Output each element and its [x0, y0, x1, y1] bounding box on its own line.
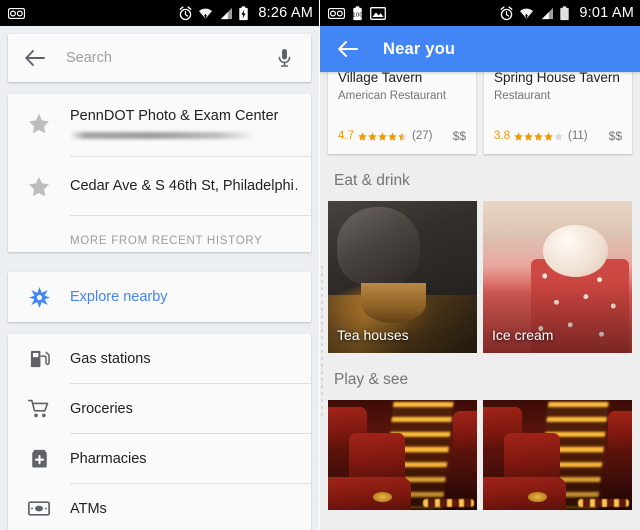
history-item-0[interactable]: PennDOT Photo & Exam Center	[8, 94, 311, 156]
place-price-level: $$	[452, 129, 466, 143]
banknote-icon	[8, 501, 70, 516]
place-card[interactable]: Spring House Tavern Restaurant 3.8 (11) …	[484, 60, 632, 154]
history-item-subtitle-redacted	[70, 132, 255, 139]
left-phone-screen: 8:26 AM PennDOT Photo &	[0, 0, 320, 530]
photo-icon	[370, 6, 386, 20]
signal-icon	[542, 7, 554, 19]
right-status-bar: 100 9:01 AM	[320, 0, 640, 26]
place-price-level: $$	[608, 129, 622, 143]
category-item-groceries[interactable]: Groceries	[8, 384, 311, 433]
tea-bowl-shape	[360, 283, 427, 323]
star-icon	[8, 107, 70, 134]
search-input[interactable]	[66, 50, 271, 66]
svg-text:100: 100	[352, 12, 363, 18]
left-status-bar: 8:26 AM	[0, 0, 319, 26]
voicemail-icon	[8, 7, 25, 19]
place-name: Village Tavern	[338, 70, 423, 85]
scrollbar[interactable]	[321, 266, 323, 416]
rating-stars	[514, 131, 563, 141]
seat-shape	[453, 411, 477, 455]
right-status-time: 9:01 AM	[579, 5, 634, 21]
rating-stars	[358, 131, 407, 141]
place-rating: 4.7	[338, 130, 354, 142]
voicemail-icon	[328, 7, 345, 19]
signal-icon	[221, 7, 233, 19]
right-phone-screen: 100 9:01 AM Near you Village Tavern Amer…	[320, 0, 640, 530]
history-item-label: PennDOT Photo & Exam Center	[70, 108, 279, 124]
step-lights-shape	[423, 499, 475, 507]
microphone-icon[interactable]	[271, 45, 297, 71]
place-rating: 3.8	[494, 130, 510, 142]
back-arrow-icon[interactable]	[22, 45, 48, 71]
place-card[interactable]: Village Tavern American Restaurant 4.7 (…	[328, 60, 476, 154]
play-see-tiles	[320, 400, 640, 510]
place-review-count: (27)	[412, 130, 433, 142]
seat-shape	[483, 477, 567, 510]
near-you-scroll-content[interactable]: Near you Village Tavern American Restaur…	[320, 26, 640, 530]
category-label: Gas stations	[70, 350, 151, 367]
explore-nearby-card[interactable]: Explore nearby	[8, 272, 311, 322]
ice-cream-scoop-shape	[542, 225, 609, 277]
category-tile-theater-1[interactable]	[328, 400, 477, 510]
left-status-time: 8:26 AM	[258, 5, 313, 21]
history-item-label: Cedar Ave & S 46th St, Philadelphi…	[70, 178, 297, 194]
section-title-play-see: Play & see	[334, 371, 409, 388]
seat-shape	[328, 477, 412, 510]
category-label: Groceries	[70, 400, 133, 417]
wifi-icon	[520, 8, 534, 19]
explore-compass-icon	[8, 286, 70, 308]
battery-charging-icon	[239, 5, 249, 20]
section-title-eat-drink: Eat & drink	[334, 172, 410, 189]
star-icon	[8, 176, 70, 197]
explore-nearby-label: Explore nearby	[70, 289, 168, 305]
category-item-gas-stations[interactable]: Gas stations	[8, 334, 311, 383]
category-item-atms[interactable]: ATMs	[8, 484, 311, 530]
alarm-icon	[500, 5, 513, 20]
more-from-recent-history-label[interactable]: MORE FROM RECENT HISTORY	[8, 216, 311, 247]
place-cards-row: Village Tavern American Restaurant 4.7 (…	[320, 60, 640, 154]
pharmacy-bag-icon	[8, 448, 70, 469]
place-category: American Restaurant	[338, 90, 447, 102]
shopping-cart-icon	[8, 399, 70, 419]
alarm-icon	[179, 5, 192, 20]
tile-label: Tea houses	[337, 327, 409, 343]
search-bar[interactable]	[8, 34, 311, 82]
seat-shape	[608, 411, 632, 455]
history-item-1[interactable]: Cedar Ave & S 46th St, Philadelphi…	[8, 157, 311, 215]
recent-history-card: PennDOT Photo & Exam Center Cedar Ave & …	[8, 94, 311, 252]
category-tile-theater-2[interactable]	[483, 400, 632, 510]
battery-icon	[560, 5, 570, 20]
near-you-app-bar: Near you	[320, 26, 640, 72]
place-review-count: (11)	[568, 130, 588, 142]
step-lights-shape	[578, 499, 630, 507]
category-label: ATMs	[70, 500, 107, 517]
wifi-icon	[199, 8, 213, 19]
battery-100-icon: 100	[352, 5, 363, 20]
category-tile-tea-houses[interactable]: Tea houses	[328, 201, 477, 353]
place-name: Spring House Tavern	[494, 70, 620, 85]
category-tile-ice-cream[interactable]: Ice cream	[483, 201, 632, 353]
place-category: Restaurant	[494, 90, 551, 102]
categories-card: Gas stations Groceries Pharmacies ATMs	[8, 334, 311, 530]
gas-pump-icon	[8, 348, 70, 369]
back-arrow-icon[interactable]	[335, 36, 361, 62]
eat-drink-tiles: Tea houses Ice cream	[320, 201, 640, 353]
category-item-pharmacies[interactable]: Pharmacies	[8, 434, 311, 483]
tile-label: Ice cream	[492, 327, 554, 343]
category-label: Pharmacies	[70, 450, 147, 467]
page-title: Near you	[383, 39, 456, 58]
